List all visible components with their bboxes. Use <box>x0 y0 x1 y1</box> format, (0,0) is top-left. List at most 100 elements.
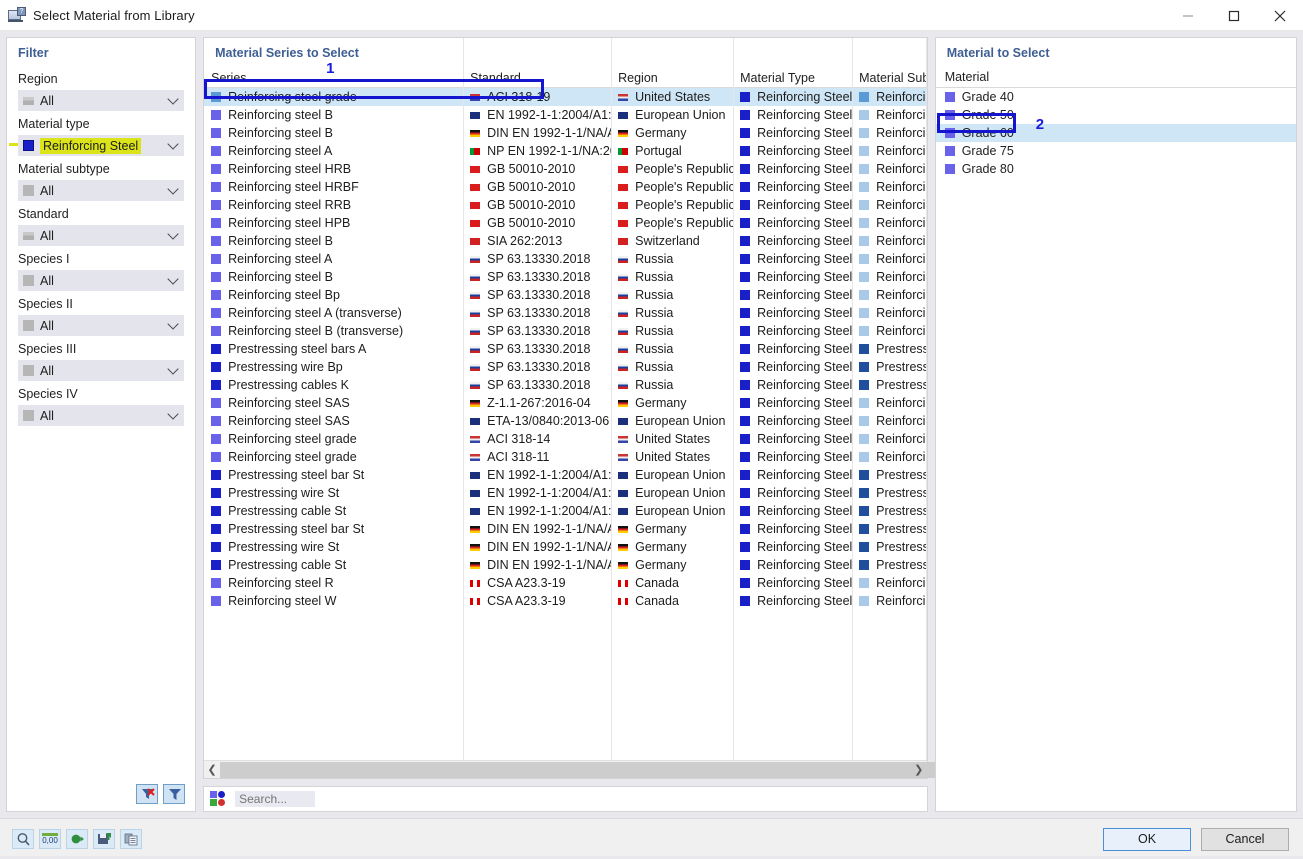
table-row[interactable]: Reinforcing steel grade ACI 318-14 United … <box>204 430 927 448</box>
flag-icon <box>470 525 481 533</box>
table-row[interactable]: Prestressing cable St DIN EN 1992-1-1/NA/… <box>204 556 927 574</box>
cell-series: Prestressing steel bars A <box>228 342 367 356</box>
chevron-right-icon[interactable]: ❯ <box>911 761 927 778</box>
cell-series: Reinforcing steel A <box>228 252 333 266</box>
series-color-icon <box>211 290 222 300</box>
list-item[interactable]: Grade 50 <box>936 106 1296 124</box>
filter-select-0[interactable]: All <box>18 90 185 111</box>
flag-icon <box>470 507 481 515</box>
cancel-button[interactable]: Cancel <box>1201 827 1289 851</box>
table-row[interactable]: Reinforcing steel grade ACI 318-11 United … <box>204 448 927 466</box>
cell-material-subtype: Prestressing <box>876 360 927 374</box>
filter-swatch-icon <box>23 140 34 151</box>
minimize-icon[interactable] <box>1165 0 1211 31</box>
maximize-icon[interactable] <box>1211 0 1257 31</box>
table-row[interactable]: Reinforcing steel grade ACI 318-19 United … <box>204 88 927 106</box>
close-icon[interactable] <box>1257 0 1303 31</box>
table-row[interactable]: Reinforcing steel W CSA A23.3-19 Canada Rei… <box>204 592 927 610</box>
table-row[interactable]: Reinforcing steel SAS Z-1.1-267:2016-04 Ge… <box>204 394 927 412</box>
table-row[interactable]: Reinforcing steel B SP 63.13330.2018 Russi… <box>204 268 927 286</box>
chevron-down-icon[interactable] <box>167 183 179 195</box>
export-icon[interactable] <box>66 829 88 849</box>
column-header-material-subtype[interactable]: Material Subtype <box>852 68 926 88</box>
cell-material-subtype: Prestressing <box>876 504 927 518</box>
chevron-down-icon[interactable] <box>167 93 179 105</box>
table-row[interactable]: Prestressing cables K SP 63.13330.2018 Rus… <box>204 376 927 394</box>
column-header-region[interactable]: Region <box>611 68 733 88</box>
table-row[interactable]: Prestressing steel bar St DIN EN 1992-1-1… <box>204 520 927 538</box>
material-type-color-icon <box>740 254 751 264</box>
table-row[interactable]: Reinforcing steel SAS ETA-13/0840:2013-06… <box>204 412 927 430</box>
series-color-icon <box>211 200 222 210</box>
filter-select-1[interactable]: Reinforcing Steel <box>9 135 185 156</box>
cell-standard: GB 50010-2010 <box>487 216 576 230</box>
chevron-down-icon[interactable] <box>167 318 179 330</box>
flag-icon <box>618 237 629 245</box>
list-item[interactable]: Grade 40 <box>936 88 1296 106</box>
funnel-icon[interactable] <box>163 784 186 804</box>
flag-icon <box>618 435 629 443</box>
list-item[interactable]: Grade 80 <box>936 160 1296 178</box>
flag-icon <box>470 129 481 137</box>
filter-select-4[interactable]: All <box>18 270 185 291</box>
table-row[interactable]: Prestressing steel bar St EN 1992-1-1:200… <box>204 466 927 484</box>
table-row[interactable]: Reinforcing steel A SP 63.13330.2018 Russi… <box>204 250 927 268</box>
table-row[interactable]: Reinforcing steel B DIN EN 1992-1-1/NA/A1… <box>204 124 927 142</box>
magnifier-icon[interactable] <box>12 829 34 849</box>
table-row[interactable]: Reinforcing steel HRB GB 50010-2010 People… <box>204 160 927 178</box>
chevron-down-icon[interactable] <box>167 408 179 420</box>
table-row[interactable]: Reinforcing steel B EN 1992-1-1:2004/A1:2… <box>204 106 927 124</box>
column-header-material-type[interactable]: Material Type <box>733 68 852 88</box>
table-row[interactable]: Reinforcing steel HPB GB 50010-2010 People… <box>204 214 927 232</box>
chevron-down-icon[interactable] <box>167 363 179 375</box>
list-item[interactable]: Grade 60 <box>935 124 1296 142</box>
cell-material-subtype: Prestressing <box>876 486 927 500</box>
chevron-down-icon[interactable] <box>167 228 179 240</box>
save-icon[interactable] <box>93 829 115 849</box>
column-divider <box>852 38 854 778</box>
funnel-clear-icon[interactable] <box>136 784 159 804</box>
filter-select-3[interactable]: All <box>18 225 185 246</box>
flag-icon <box>618 201 629 209</box>
search-input[interactable] <box>235 791 316 807</box>
units-000-icon[interactable]: 0,00 <box>39 829 61 849</box>
filter-select-6[interactable]: All <box>18 360 185 381</box>
flag-icon <box>618 129 629 137</box>
material-subtype-color-icon <box>859 434 870 444</box>
ok-button[interactable]: OK <box>1103 827 1191 851</box>
column-header-material[interactable]: Material <box>935 66 1296 88</box>
series-color-icon <box>211 92 222 102</box>
table-row[interactable]: Prestressing steel bars A SP 63.13330.201… <box>204 340 927 358</box>
series-color-icon <box>211 164 222 174</box>
table-row[interactable]: Prestressing wire St DIN EN 1992-1-1/NA/A… <box>204 538 927 556</box>
table-row[interactable]: Reinforcing steel HRBF GB 50010-2010 Peopl… <box>204 178 927 196</box>
horizontal-scrollbar[interactable]: ❮ ❯ <box>204 760 1027 778</box>
filter-swatch-icon <box>23 320 34 331</box>
table-row[interactable]: Reinforcing steel A NP EN 1992-1-1/NA:201… <box>204 142 927 160</box>
table-row[interactable]: Reinforcing steel Bp SP 63.13330.2018 Russ… <box>204 286 927 304</box>
table-row[interactable]: Reinforcing steel R CSA A23.3-19 Canada Rei… <box>204 574 927 592</box>
copy-icon[interactable] <box>120 829 142 849</box>
filter-select-7[interactable]: All <box>18 405 185 426</box>
cell-material-type: Reinforcing Steel <box>757 486 853 500</box>
column-header-standard[interactable]: Standard <box>463 68 611 88</box>
scrollbar-thumb[interactable] <box>220 762 1027 778</box>
cell-standard: ACI 318-11 <box>487 450 550 464</box>
table-row[interactable]: Prestressing wire St EN 1992-1-1:2004/A1:… <box>204 484 927 502</box>
filter-select-5[interactable]: All <box>18 315 185 336</box>
cell-standard: DIN EN 1992-1-1/NA/A1:2... <box>487 522 611 536</box>
table-row[interactable]: Reinforcing steel B SIA 262:2013 Switzerla… <box>204 232 927 250</box>
material-list[interactable]: Grade 40 Grade 50 Grade 60 Grade 75 Grade 80 <box>935 88 1296 178</box>
material-series-list[interactable]: Reinforcing steel grade ACI 318-19 United … <box>204 38 928 778</box>
table-row[interactable]: Prestressing cable St EN 1992-1-1:2004/A1… <box>204 502 927 520</box>
list-item[interactable]: Grade 75 <box>936 142 1296 160</box>
table-row[interactable]: Prestressing wire Bp SP 63.13330.2018 Russ… <box>204 358 927 376</box>
table-row[interactable]: Reinforcing steel B (transverse) SP 63.13… <box>204 322 927 340</box>
table-row[interactable]: Reinforcing steel A (transverse) SP 63.13… <box>204 304 927 322</box>
chevron-down-icon[interactable] <box>167 273 179 285</box>
table-row[interactable]: Reinforcing steel RRB GB 50010-2010 People… <box>204 196 927 214</box>
chevron-down-icon[interactable] <box>167 138 179 150</box>
chevron-left-icon[interactable]: ❮ <box>204 761 220 778</box>
cell-series: Prestressing cables K <box>228 378 349 392</box>
filter-select-2[interactable]: All <box>18 180 185 201</box>
